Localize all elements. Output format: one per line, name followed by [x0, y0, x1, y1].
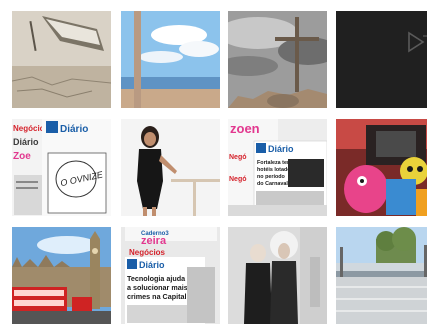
- car-toys-image: [336, 119, 427, 216]
- paper-brand-3: Diário: [139, 260, 165, 270]
- gallery-tile-newspapers-1[interactable]: Negócio Diário Zoe Diário O OVNIZE: [12, 119, 111, 216]
- paper-brand-1: Negócio: [13, 124, 45, 133]
- svg-text:a solucionar mais: a solucionar mais: [127, 283, 188, 292]
- city-street-image: [336, 227, 427, 324]
- woman-black-dress-image: [121, 119, 220, 216]
- gallery-tile-street[interactable]: [336, 227, 427, 324]
- gallery-tile-woman[interactable]: [121, 119, 220, 216]
- gallery-tile-cross[interactable]: [228, 11, 327, 108]
- gallery-tile-london[interactable]: [12, 227, 111, 324]
- paper-neg-1: Negó: [229, 154, 247, 161]
- gallery-tile-boat[interactable]: [12, 11, 111, 108]
- gallery-tile-pole[interactable]: [121, 11, 220, 108]
- london-bus-image: [12, 227, 111, 324]
- gallery-tile-newspapers-2[interactable]: zoen Negó Negó Diário Fortaleza terá hot…: [228, 119, 327, 216]
- paper-brand-3: Zoe: [13, 151, 31, 162]
- gallery-tile-car-toys[interactable]: [336, 119, 427, 216]
- svg-text:no período: no período: [257, 174, 286, 180]
- gallery-tile-newspapers-3[interactable]: Caderno3 zeira Negócios Diário Tecnologi…: [121, 227, 220, 324]
- paper-zoe: zoen: [230, 121, 260, 136]
- newspapers-image: Negócio Diário Zoe Diário O OVNIZE: [12, 119, 111, 216]
- paper-neg-2: Negó: [229, 176, 247, 183]
- paper-brand: Diário: [268, 144, 294, 154]
- svg-text:Fortaleza terá: Fortaleza terá: [257, 160, 293, 166]
- boat-dry-lake-image: [12, 11, 111, 108]
- paper-zeira: zeira: [141, 235, 167, 247]
- paper-brand-2: Diário: [13, 137, 39, 147]
- newspapers-image-3: Caderno3 zeira Negócios Diário Tecnologi…: [121, 227, 220, 324]
- svg-text:crimes na Capital: crimes na Capital: [127, 292, 187, 301]
- newspapers-image-2: zoen Negó Negó Diário Fortaleza terá hot…: [228, 119, 327, 216]
- svg-text:Diário: Diário: [60, 124, 88, 135]
- cross-rocks-image: [228, 11, 327, 108]
- svg-text:Tecnologia ajuda: Tecnologia ajuda: [127, 274, 186, 283]
- gallery-tile-video[interactable]: [336, 11, 427, 108]
- pole-lake-image: [121, 11, 220, 108]
- gallery-tile-couple[interactable]: [228, 227, 327, 324]
- couple-awards-image: [228, 227, 327, 324]
- play-icon: [408, 31, 427, 53]
- paper-negocios: Negócios: [129, 248, 166, 257]
- svg-text:do Carnaval: do Carnaval: [257, 181, 288, 187]
